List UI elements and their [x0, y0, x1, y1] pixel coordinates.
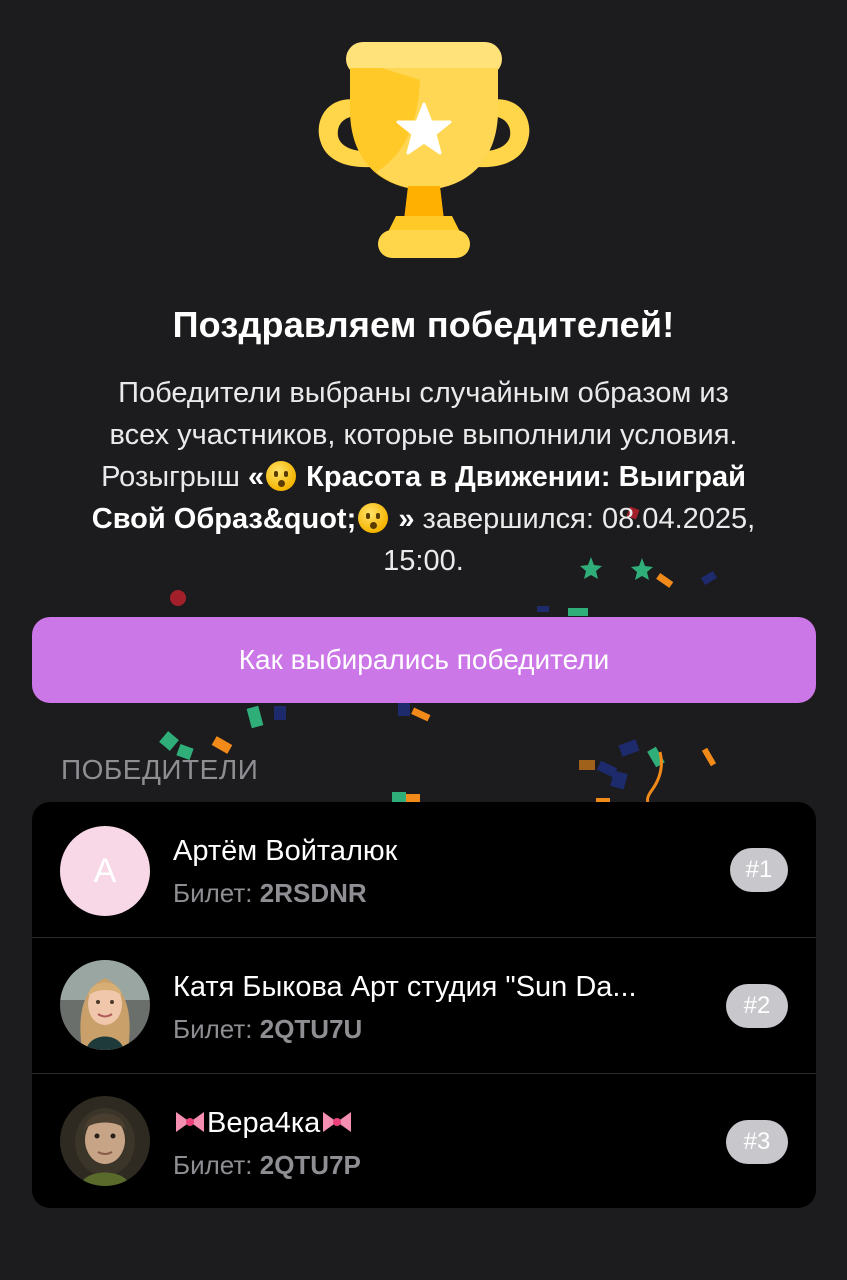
- ribbon-bow-icon: [323, 1112, 352, 1132]
- giveaway-name-part2: Свой Образ&quot;: [91, 503, 357, 535]
- star-icon: [396, 102, 452, 161]
- emoji-hushed-icon: [358, 503, 389, 533]
- avatar: [60, 1096, 150, 1186]
- ended-label: завершился: 08.04.2025,: [422, 503, 756, 535]
- description-line-3: Розыгрыш « Красота в Движении: Выиграй: [30, 456, 817, 498]
- winner-ticket: Билет: 2RSDNR: [173, 878, 367, 909]
- winners-list: А Артём Войталюк Билет: 2RSDNR #1 Катя Б…: [32, 802, 816, 1208]
- quote-open: «: [247, 461, 265, 493]
- avatar: [60, 960, 150, 1050]
- trophy-icon: [310, 40, 538, 262]
- winner-ticket: Билет: 2QTU7P: [173, 1150, 361, 1181]
- ticket-code: 2QTU7U: [259, 1014, 363, 1044]
- page-title: Поздравляем победителей!: [172, 304, 675, 345]
- ticket-label: Билет:: [173, 1150, 253, 1180]
- how-winners-chosen-button[interactable]: Как выбирались победители: [32, 617, 816, 703]
- winner-name: Артём Войталюк: [173, 835, 398, 867]
- emoji-hushed-icon: [266, 461, 297, 491]
- avatar: А: [60, 826, 150, 916]
- place-badge: #1: [730, 848, 788, 892]
- place-badge: #3: [726, 1120, 788, 1164]
- winner-ticket: Билет: 2QTU7U: [173, 1014, 362, 1045]
- winner-name-container: Вера4ка: [173, 1107, 354, 1140]
- winner-name: Катя Быкова Арт студия "Sun Da...: [173, 971, 637, 1003]
- winners-section-label: ПОБЕДИТЕЛИ: [61, 754, 259, 785]
- winner-name: Вера4ка: [207, 1107, 321, 1139]
- ticket-label: Билет:: [173, 878, 253, 908]
- ticket-code: 2RSDNR: [259, 878, 367, 908]
- winner-row[interactable]: А Артём Войталюк Билет: 2RSDNR #1: [32, 802, 816, 937]
- ticket-code: 2QTU7P: [259, 1150, 361, 1180]
- description-line-4: Свой Образ&quot; » завершился: 08.04.202…: [30, 498, 817, 540]
- giveaway-name-part1: Красота в Движении: Выиграй: [306, 461, 746, 493]
- ticket-label: Билет:: [173, 1014, 253, 1044]
- giveaway-prefix: Розыгрыш: [101, 461, 240, 493]
- place-badge: #2: [726, 984, 788, 1028]
- giveaway-description: Победители выбраны случайным образом из …: [30, 372, 817, 582]
- ended-time: 15:00.: [383, 545, 464, 577]
- ribbon-bow-icon: [176, 1112, 204, 1132]
- winner-row[interactable]: Вера4ка Билет: 2QTU7P #3: [32, 1073, 816, 1208]
- winner-row[interactable]: Катя Быкова Арт студия "Sun Da... Билет:…: [32, 937, 816, 1073]
- description-line-1: Победители выбраны случайным образом из: [118, 377, 729, 409]
- description-line-2: всех участников, которые выполнили услов…: [109, 419, 738, 451]
- quote-close: »: [398, 503, 415, 535]
